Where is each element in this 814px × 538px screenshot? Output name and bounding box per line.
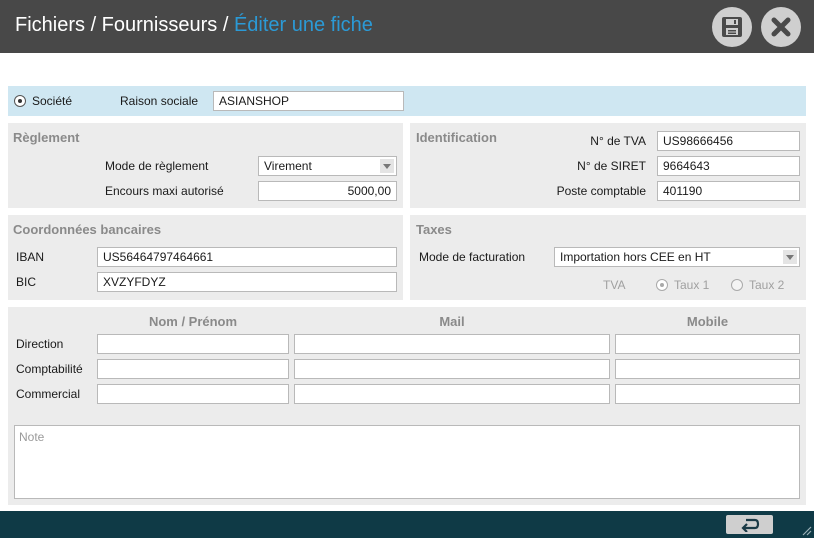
- taux2-label: Taux 2: [749, 278, 785, 292]
- comptabilite-nom-input[interactable]: [97, 359, 289, 379]
- commercial-mobile-input[interactable]: [615, 384, 800, 404]
- tva-number-input[interactable]: US98666456: [657, 131, 800, 151]
- resize-grip-icon[interactable]: [800, 524, 812, 536]
- contact-row-label: Commercial: [16, 387, 81, 401]
- commercial-nom-input[interactable]: [97, 384, 289, 404]
- poste-comptable-label: Poste comptable: [556, 184, 646, 198]
- tva-number-label: N° de TVA: [590, 134, 646, 148]
- raison-sociale-input[interactable]: ASIANSHOP: [213, 91, 404, 111]
- encours-label: Encours maxi autorisé: [105, 184, 224, 198]
- mode-facturation-select[interactable]: Importation hors CEE en HT: [554, 247, 800, 267]
- return-arrow-icon: [740, 518, 759, 532]
- bic-input[interactable]: XVZYFDYZ: [97, 272, 397, 292]
- close-x-icon: [771, 17, 791, 37]
- col-header-nom: Nom / Prénom: [148, 314, 238, 329]
- reglement-title: Règlement: [13, 130, 80, 145]
- floppy-disk-icon: [722, 17, 742, 37]
- breadcrumb: Fichiers / Fournisseurs / Éditer une fic…: [15, 14, 373, 37]
- mode-reglement-label: Mode de règlement: [105, 159, 209, 173]
- encours-input[interactable]: 5000,00: [258, 181, 397, 201]
- back-button[interactable]: [726, 515, 773, 534]
- bic-label: BIC: [16, 275, 37, 289]
- bancaires-title: Coordonnées bancaires: [13, 222, 162, 237]
- mode-facturation-value: Importation hors CEE en HT: [560, 250, 711, 264]
- mode-reglement-select[interactable]: Virement: [258, 156, 397, 176]
- raison-sociale-label: Raison sociale: [120, 94, 199, 108]
- taux2-radio[interactable]: [731, 279, 743, 291]
- note-textarea[interactable]: Note: [14, 425, 800, 499]
- chevron-down-icon: [783, 250, 797, 264]
- taxes-title: Taxes: [416, 222, 452, 237]
- comptabilite-mail-input[interactable]: [294, 359, 610, 379]
- taux1-radio[interactable]: [656, 279, 668, 291]
- contact-row-label: Comptabilité: [16, 362, 83, 376]
- direction-mail-input[interactable]: [294, 334, 610, 354]
- breadcrumb-current: Éditer une fiche: [233, 14, 373, 36]
- note-placeholder: Note: [19, 430, 45, 444]
- direction-mobile-input[interactable]: [615, 334, 800, 354]
- col-header-mobile: Mobile: [686, 314, 729, 329]
- col-header-mail: Mail: [439, 314, 465, 329]
- siret-input[interactable]: 9664643: [657, 156, 800, 176]
- tva-label: TVA: [603, 278, 626, 292]
- close-button[interactable]: [761, 7, 801, 47]
- iban-label: IBAN: [16, 250, 45, 264]
- mode-facturation-label: Mode de facturation: [419, 250, 526, 264]
- commercial-mail-input[interactable]: [294, 384, 610, 404]
- societe-label: Société: [32, 94, 73, 108]
- siret-label: N° de SIRET: [577, 159, 646, 173]
- comptabilite-mobile-input[interactable]: [615, 359, 800, 379]
- save-button[interactable]: [712, 7, 752, 47]
- identification-title: Identification: [416, 130, 497, 145]
- taux1-label: Taux 1: [674, 278, 710, 292]
- direction-nom-input[interactable]: [97, 334, 289, 354]
- mode-reglement-value: Virement: [264, 159, 312, 173]
- poste-comptable-input[interactable]: 401190: [657, 181, 800, 201]
- breadcrumb-path: Fichiers / Fournisseurs /: [15, 14, 234, 36]
- chevron-down-icon: [380, 159, 394, 173]
- footer-bar: [0, 511, 814, 538]
- iban-input[interactable]: US56464797464661: [97, 247, 397, 267]
- societe-radio[interactable]: [14, 95, 26, 107]
- contact-row-label: Direction: [16, 337, 64, 351]
